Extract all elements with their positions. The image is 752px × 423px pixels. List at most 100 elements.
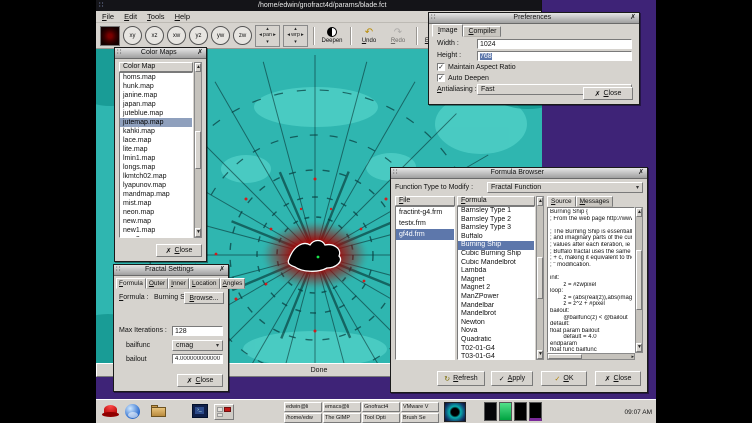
rotate-button[interactable]: yw bbox=[211, 26, 230, 45]
formula-item[interactable]: Nova bbox=[458, 327, 534, 336]
colormap-item[interactable]: lite.map bbox=[120, 145, 192, 154]
task-button[interactable]: Brush Se bbox=[401, 413, 439, 423]
scroll-down-icon[interactable]: ▼ bbox=[537, 350, 543, 359]
formula-item[interactable]: Magnet bbox=[458, 276, 534, 285]
browser-titlebar[interactable]: ∷ Formula Browser ✗ bbox=[391, 168, 647, 179]
scroll-right-icon[interactable]: ▸ bbox=[631, 354, 634, 360]
scrollbar-thumb[interactable] bbox=[195, 131, 201, 169]
colormap-item[interactable]: jutemap.map bbox=[120, 118, 192, 127]
colormap-item[interactable]: longs.map bbox=[120, 163, 192, 172]
formula-item[interactable]: Barnsley Type 3 bbox=[458, 224, 534, 233]
colormap-item[interactable]: lyapunov.map bbox=[120, 181, 192, 190]
undo-button[interactable]: ↶ Undo bbox=[356, 24, 382, 48]
preferences-tab[interactable]: Image bbox=[432, 24, 463, 37]
gimp-swatch-1[interactable] bbox=[484, 402, 497, 421]
colormap-item[interactable]: juteblue.map bbox=[120, 109, 192, 118]
colormap-item[interactable]: new2.map bbox=[120, 235, 192, 238]
scroll-up-icon[interactable]: ▲ bbox=[636, 208, 642, 217]
task-button[interactable]: edwin@li bbox=[284, 402, 322, 412]
source-tab[interactable]: Messages bbox=[576, 196, 614, 207]
bailout-input[interactable] bbox=[172, 354, 223, 364]
settings-tab[interactable]: Outer bbox=[146, 278, 168, 289]
formula-item[interactable]: Burning Ship bbox=[458, 241, 534, 250]
fractal-thumbnail[interactable] bbox=[444, 402, 466, 422]
formula-item[interactable]: ManZPower bbox=[458, 293, 534, 302]
window-menu-icon[interactable]: ∷ bbox=[393, 169, 397, 177]
task-button[interactable]: emacs@li bbox=[323, 402, 361, 412]
formula-item[interactable]: Cubic Mandelbrot bbox=[458, 259, 534, 268]
preferences-close-button[interactable]: ✗ Close bbox=[583, 87, 633, 100]
file-item[interactable]: testx.frm bbox=[396, 218, 454, 229]
settings-close-button[interactable]: ✗ Close bbox=[177, 374, 223, 387]
width-input[interactable] bbox=[477, 39, 632, 49]
source-hscrollbar[interactable]: ▸ bbox=[547, 353, 635, 360]
colormap-item[interactable]: hunk.map bbox=[120, 82, 192, 91]
colormap-item[interactable]: janine.map bbox=[120, 91, 192, 100]
colormap-item[interactable]: lace.map bbox=[120, 136, 192, 145]
colormap-item[interactable]: homs.map bbox=[120, 73, 192, 82]
colormaps-titlebar[interactable]: ∷ Color Maps ✗ bbox=[115, 48, 206, 59]
colormap-item[interactable]: lmin1.map bbox=[120, 154, 192, 163]
window-menu-icon[interactable]: ∷ bbox=[117, 49, 121, 57]
rotate-button[interactable]: xw bbox=[167, 26, 186, 45]
menu-item[interactable]: Tools bbox=[147, 12, 165, 21]
colormap-item[interactable]: neon.map bbox=[120, 208, 192, 217]
fractal-preview-button[interactable] bbox=[100, 26, 120, 46]
height-input[interactable]: 768 bbox=[477, 51, 632, 61]
settings-tab[interactable]: Inner bbox=[168, 278, 189, 289]
spin-down-icon[interactable]: ▾ bbox=[266, 40, 269, 45]
browser-close-button[interactable]: ✗ Close bbox=[595, 371, 641, 386]
close-icon[interactable]: ✗ bbox=[637, 169, 645, 177]
colormap-item[interactable]: japan.map bbox=[120, 100, 192, 109]
colormap-item[interactable]: mandmap.map bbox=[120, 190, 192, 199]
auto-deepen-checkbox[interactable]: ✓ Auto Deepen bbox=[437, 74, 489, 82]
refresh-button[interactable]: ↻ Refresh bbox=[437, 371, 485, 386]
rotate-button[interactable]: yz bbox=[189, 26, 208, 45]
formula-item[interactable]: Magnet 2 bbox=[458, 284, 534, 293]
close-icon[interactable]: ✗ bbox=[196, 49, 204, 57]
scroll-down-icon[interactable]: ▼ bbox=[195, 228, 201, 237]
rotate-button[interactable]: zw bbox=[233, 26, 252, 45]
window-menu-icon[interactable]: ∷ bbox=[99, 2, 103, 10]
bailfunc-dropdown[interactable]: cmag ▾ bbox=[172, 340, 223, 351]
apply-button[interactable]: ✓ Apply bbox=[491, 371, 533, 386]
spin-up-icon[interactable]: ▴ bbox=[266, 27, 269, 32]
ok-button[interactable]: ✓ OK bbox=[541, 371, 587, 386]
deepen-button[interactable]: Deepen bbox=[319, 24, 345, 48]
formula-item[interactable]: Cubic Burning Ship bbox=[458, 250, 534, 259]
colormaps-close-button[interactable]: ✗ Close bbox=[156, 244, 202, 257]
gimp-swatch-4[interactable] bbox=[529, 402, 542, 421]
menu-item[interactable]: Help bbox=[175, 12, 190, 21]
gimp-swatch-2[interactable] bbox=[499, 402, 512, 421]
preferences-tab[interactable]: Compiler bbox=[463, 26, 501, 37]
maintain-aspect-checkbox[interactable]: ✓ Maintain Aspect Ratio bbox=[437, 63, 516, 71]
close-icon[interactable]: ✗ bbox=[629, 14, 637, 22]
file-column-header[interactable]: File bbox=[395, 196, 455, 206]
folder-icon[interactable] bbox=[150, 403, 168, 420]
gimp-swatch-3[interactable] bbox=[514, 402, 527, 421]
source-code-panel[interactable]: Burning Ship {; From the web page http:/… bbox=[547, 207, 635, 353]
formula-item[interactable]: T03-01-G4 bbox=[458, 353, 534, 360]
formula-item[interactable]: Barnsley Type 2 bbox=[458, 216, 534, 225]
spin-right-icon[interactable]: ▸ bbox=[273, 33, 276, 38]
main-titlebar[interactable]: ∷ /home/edwin/gnofract4d/params/blade.fc… bbox=[96, 0, 541, 11]
formula-item[interactable]: Buffalo bbox=[458, 233, 534, 242]
max-iterations-input[interactable] bbox=[172, 326, 223, 336]
redhat-menu-icon[interactable] bbox=[102, 403, 120, 420]
source-vscrollbar[interactable]: ▲ ▼ bbox=[635, 207, 643, 353]
settings-tab[interactable]: Location bbox=[189, 278, 220, 289]
rotate-button[interactable]: xy bbox=[123, 26, 142, 45]
scrollbar-thumb[interactable] bbox=[548, 354, 582, 359]
pan-spinner[interactable]: ▴ ◂pan▸ ▾ bbox=[255, 25, 280, 47]
rotate-button[interactable]: xz bbox=[145, 26, 164, 45]
close-icon[interactable]: ✗ bbox=[218, 266, 226, 274]
task-button[interactable]: Gnofract4 bbox=[362, 402, 400, 412]
formula-item[interactable]: T02-01-G4 bbox=[458, 345, 534, 354]
web-browser-icon[interactable] bbox=[124, 403, 142, 420]
scroll-up-icon[interactable]: ▲ bbox=[195, 63, 201, 72]
scroll-down-icon[interactable]: ▼ bbox=[636, 343, 642, 352]
file-item[interactable]: fractint-g4.frm bbox=[396, 207, 454, 218]
colormap-column-header[interactable]: Color Map bbox=[119, 62, 193, 72]
scrollbar-thumb[interactable] bbox=[636, 250, 642, 310]
spin-left-icon[interactable]: ◂ bbox=[259, 33, 262, 38]
